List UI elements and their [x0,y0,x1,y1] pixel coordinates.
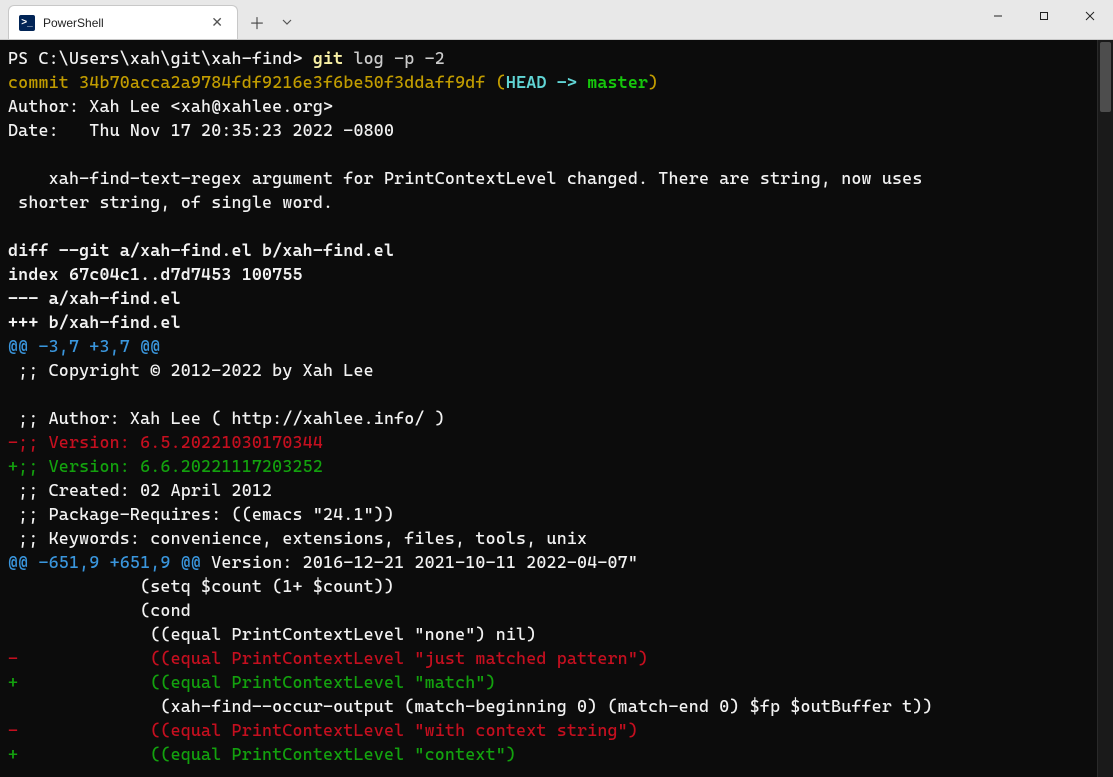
prompt-args: log -p -2 [343,48,445,68]
scrollbar[interactable] [1097,40,1113,777]
removed-just: - ((equal PrintContextLevel "just matche… [8,648,648,668]
added-version: +;; Version: 6.6.20221117203252 [8,456,323,476]
removed-with: - ((equal PrintContextLevel "with contex… [8,720,638,740]
tab-dropdown-button[interactable] [274,5,300,39]
minimize-button[interactable] [975,0,1021,32]
body-setq: (setq $count (1+ $count)) [8,576,394,596]
commit-message-2: shorter string, of single word. [8,192,333,212]
removed-version: -;; Version: 6.5.20221030170344 [8,432,323,452]
hunk1-header: @@ -3,7 +3,7 @@ [8,336,160,356]
body-none: ((equal PrintContextLevel "none") nil) [8,624,536,644]
commit-message-1: xah-find-text-regex argument for PrintCo… [8,168,922,188]
added-match: + ((equal PrintContextLevel "match") [8,672,496,692]
close-button[interactable] [1067,0,1113,32]
titlebar-drag-region[interactable] [300,0,975,39]
terminal-area: PS C:\Users\xah\git\xah-find> git log -p… [0,40,1113,777]
ctx-copyright: ;; Copyright © 2012-2022 by Xah Lee [8,360,374,380]
tab-title: PowerShell [43,16,199,30]
tab-close-button[interactable]: ✕ [207,14,227,31]
commit-head: HEAD -> [506,72,587,92]
diff-index: index 67c04c1..d7d7453 100755 [8,264,303,284]
commit-paren-close: ) [648,72,658,92]
prompt-prefix: PS C:\Users\xah\git\xah-find> [8,48,313,68]
ctx-keywords: ;; Keywords: convenience, extensions, fi… [8,528,587,548]
new-tab-button[interactable]: ＋ [240,5,274,39]
diff-plus-file: +++ b/xah-find.el [8,312,181,332]
tab-strip: >_ PowerShell ✕ ＋ [0,0,300,39]
window-controls [975,0,1113,39]
diff-minus-file: --- a/xah-find.el [8,288,181,308]
ctx-created: ;; Created: 02 April 2012 [8,480,272,500]
titlebar: >_ PowerShell ✕ ＋ [0,0,1113,40]
date-line: Date: Thu Nov 17 20:35:23 2022 -0800 [8,120,394,140]
commit-label: commit [8,72,79,92]
author-line: Author: Xah Lee <xah@xahlee.org> [8,96,333,116]
scrollbar-thumb[interactable] [1100,42,1111,112]
tab-powershell[interactable]: >_ PowerShell ✕ [8,5,238,39]
hunk2-header: @@ -651,9 +651,9 @@ [8,552,201,572]
powershell-icon: >_ [19,15,35,31]
prompt-command: git [313,48,343,68]
terminal-output[interactable]: PS C:\Users\xah\git\xah-find> git log -p… [0,40,1097,777]
body-occur: (xah-find--occur-output (match-beginning… [8,696,933,716]
maximize-button[interactable] [1021,0,1067,32]
diff-header: diff --git a/xah-find.el b/xah-find.el [8,240,394,260]
commit-branch: master [587,72,648,92]
body-cond: (cond [8,600,191,620]
ctx-author: ;; Author: Xah Lee ( http://xahlee.info/… [8,408,445,428]
hunk2-tail: Version: 2016-12-21 2021-10-11 2022-04-0… [201,552,638,572]
commit-hash: 34b70acca2a9784fdf9216e3f6be50f3ddaff9df [79,72,485,92]
added-context: + ((equal PrintContextLevel "context") [8,744,516,764]
commit-paren-open: ( [486,72,506,92]
ctx-requires: ;; Package-Requires: ((emacs "24.1")) [8,504,394,524]
